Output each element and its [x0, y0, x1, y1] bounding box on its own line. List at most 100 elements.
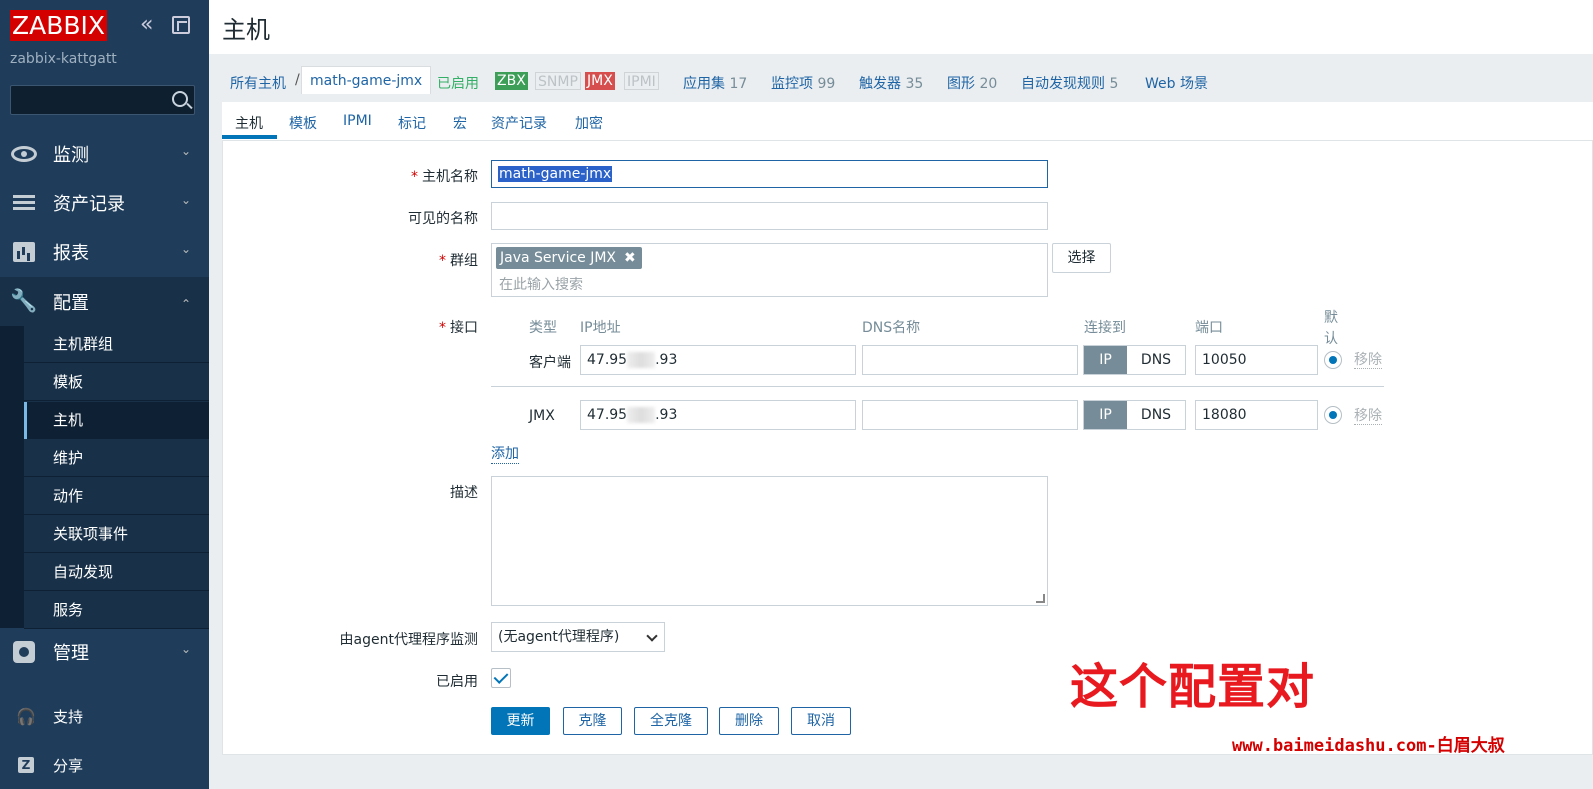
configuration-submenu: 主机群组 模板 主机 维护 动作 关联项事件 自动发现 服务 [0, 326, 209, 629]
full-clone-button[interactable]: 全克隆 [634, 707, 708, 735]
default-interface-radio[interactable] [1324, 406, 1342, 424]
connect-ip-option[interactable]: IP [1084, 346, 1127, 374]
proxy-label: 由agent代理程序监测 [339, 632, 478, 648]
zbx-availability-badge: ZBX [495, 72, 528, 90]
link-label: 触发器 [859, 76, 901, 92]
breadcrumb-current-host[interactable]: math-game-jmx [301, 66, 432, 94]
connect-dns-option[interactable]: DNS [1127, 346, 1185, 374]
menu-share[interactable]: Z 分享 [0, 745, 209, 785]
interface-dns-input[interactable] [862, 345, 1078, 375]
submenu-item-hosts[interactable]: 主机 [24, 402, 209, 439]
host-navigation: 所有主机 / math-game-jmx 已启用 ZBX SNMP JMX IP… [222, 54, 1593, 102]
submenu-item-maintenance[interactable]: 维护 [24, 440, 209, 477]
zabbix-logo[interactable]: ZABBIX [10, 10, 108, 41]
resize-grip-icon[interactable] [1036, 594, 1045, 603]
menu-monitoring[interactable]: 监测 ⌄ [0, 129, 209, 178]
groups-search-input[interactable]: 在此输入搜索 [499, 274, 583, 294]
collapse-sidebar-icon[interactable]: « [140, 14, 162, 37]
jmx-availability-badge: JMX [585, 72, 615, 90]
gear-icon [11, 639, 37, 665]
add-interface-link[interactable]: 添加 [491, 446, 519, 464]
if-header-dns: DNS名称 [862, 320, 921, 336]
if-header-type: 类型 [529, 320, 557, 336]
breadcrumb-separator: / [295, 72, 300, 88]
submenu-item-host-groups[interactable]: 主机群组 [24, 326, 209, 363]
menu-support[interactable]: 🎧 支持 [0, 696, 209, 736]
link-items[interactable]: 监控项 99 [771, 73, 835, 93]
link-discovery-rules[interactable]: 自动发现规则 5 [1021, 73, 1118, 93]
select-groups-button[interactable]: 选择 [1052, 243, 1111, 273]
remove-chip-icon[interactable]: ✖ [624, 250, 636, 266]
annotation-text: 这个配置对 [1070, 659, 1316, 715]
active-tab-indicator [222, 135, 277, 139]
tab-tags[interactable]: 标记 [398, 113, 426, 133]
if-header-default-1: 默 [1324, 310, 1338, 326]
tab-host[interactable]: 主机 [235, 113, 263, 133]
clone-button[interactable]: 克隆 [563, 707, 622, 735]
breadcrumb-all-hosts[interactable]: 所有主机 [230, 73, 286, 93]
link-count: 5 [1109, 76, 1119, 92]
page-title: 主机 [222, 16, 270, 44]
host-name-input[interactable]: math-game-jmx [491, 160, 1048, 188]
interface-port-input[interactable]: 10050 [1195, 345, 1318, 375]
description-textarea[interactable] [491, 476, 1048, 606]
menu-configuration[interactable]: 🔧 配置 ⌃ [0, 277, 209, 326]
cancel-button[interactable]: 取消 [791, 707, 851, 735]
watermark-text: www.baimeidashu.com-白眉大叔 [1232, 736, 1505, 756]
link-count: 35 [905, 76, 924, 92]
interfaces-label: * 接口 [439, 320, 478, 336]
link-count: 99 [817, 76, 836, 92]
sidebar-search-input[interactable] [10, 85, 195, 115]
submenu-item-services[interactable]: 服务 [24, 592, 209, 629]
interface-ip-input[interactable]: 47.95.93 [580, 345, 856, 375]
menu-reports[interactable]: 报表 ⌄ [0, 227, 209, 276]
tab-macros[interactable]: 宏 [453, 113, 467, 133]
enabled-checkbox[interactable] [491, 668, 511, 688]
remove-interface-link[interactable]: 移除 [1354, 408, 1382, 425]
if-header-ip: IP地址 [580, 320, 621, 336]
menu-label: 资产记录 [53, 193, 125, 215]
delete-button[interactable]: 删除 [719, 707, 779, 735]
chevron-down-icon: ⌄ [180, 642, 191, 656]
menu-inventory[interactable]: 资产记录 ⌄ [0, 178, 209, 227]
host-name-label: * 主机名称 [411, 169, 478, 185]
kiosk-mode-icon[interactable] [172, 16, 190, 34]
submenu-item-actions[interactable]: 动作 [24, 478, 209, 515]
default-interface-radio[interactable] [1324, 351, 1342, 369]
tab-templates[interactable]: 模板 [289, 113, 317, 133]
submenu-item-templates[interactable]: 模板 [24, 364, 209, 401]
connect-to-toggle[interactable]: IP DNS [1083, 345, 1186, 375]
link-triggers[interactable]: 触发器 35 [859, 73, 923, 93]
connect-to-toggle[interactable]: IP DNS [1083, 400, 1186, 430]
link-label: Web 场景 [1145, 76, 1208, 92]
if-header-connect: 连接到 [1084, 320, 1126, 336]
link-graphs[interactable]: 图形 20 [947, 73, 997, 93]
link-web-scenarios[interactable]: Web 场景 [1145, 73, 1208, 93]
connect-dns-option[interactable]: DNS [1127, 401, 1185, 429]
connect-ip-option[interactable]: IP [1084, 401, 1127, 429]
interface-ip-input[interactable]: 47.95.93 [580, 400, 856, 430]
remove-interface-link[interactable]: 移除 [1354, 352, 1382, 369]
tab-encryption[interactable]: 加密 [575, 113, 603, 133]
tab-ipmi[interactable]: IPMI [343, 113, 372, 129]
chevron-up-icon: ⌃ [180, 297, 191, 311]
tab-inventory[interactable]: 资产记录 [491, 113, 547, 133]
update-button[interactable]: 更新 [491, 707, 550, 735]
chevron-down-icon: ⌄ [180, 193, 191, 207]
proxy-select[interactable]: (无agent代理程序) [491, 622, 665, 652]
groups-multiselect[interactable]: Java Service JMX ✖ 在此输入搜索 [491, 243, 1048, 297]
chevron-down-icon: ⌄ [180, 242, 191, 256]
headset-icon: 🎧 [16, 706, 36, 726]
menu-administration[interactable]: 管理 ⌄ [0, 627, 209, 676]
link-applications[interactable]: 应用集 17 [683, 73, 747, 93]
host-form [222, 141, 1593, 755]
menu-label: 分享 [53, 756, 84, 775]
submenu-item-discovery[interactable]: 自动发现 [24, 554, 209, 591]
interface-port-input[interactable]: 18080 [1195, 400, 1318, 430]
search-icon[interactable] [172, 91, 188, 107]
submenu-indent-bar [0, 326, 24, 628]
groups-label: * 群组 [439, 253, 478, 269]
submenu-item-event-correlation[interactable]: 关联项事件 [24, 516, 209, 553]
visible-name-input[interactable] [491, 202, 1048, 230]
interface-dns-input[interactable] [862, 400, 1078, 430]
